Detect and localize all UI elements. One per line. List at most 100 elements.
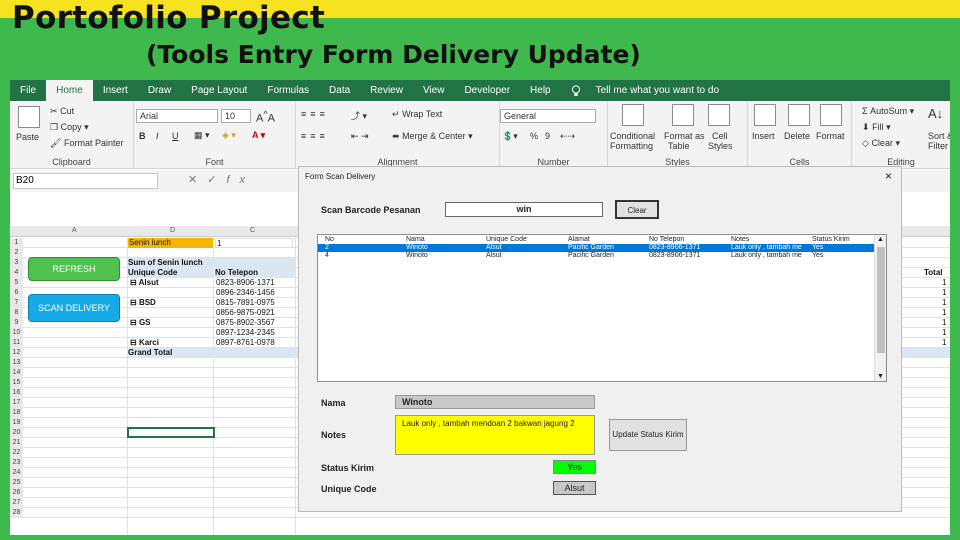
filter-label[interactable]: Filter <box>928 141 948 151</box>
scan-barcode-input[interactable]: win <box>445 202 603 217</box>
paste-button[interactable]: Paste <box>16 132 39 142</box>
row-number[interactable]: 16 <box>10 388 23 398</box>
phone-cell[interactable]: 0815-7891-0975 <box>216 298 275 308</box>
merge-center-button[interactable]: ⬌ Merge & Center ▾ <box>392 131 473 142</box>
row-number[interactable]: 14 <box>10 368 23 378</box>
phone-cell[interactable]: 0856-9875-0921 <box>216 308 275 318</box>
conditional-formatting-icon[interactable] <box>622 104 644 126</box>
insert-cells-icon[interactable] <box>754 104 776 126</box>
row-number[interactable]: 23 <box>10 458 23 468</box>
format-cells-icon[interactable] <box>820 104 842 126</box>
row-number[interactable]: 22 <box>10 448 23 458</box>
row-number[interactable]: 9 <box>10 318 23 328</box>
scroll-up-icon[interactable]: ▲ <box>877 236 884 243</box>
sort-filter-icon[interactable]: A↓ <box>928 106 943 121</box>
formula-icons[interactable]: ✕✓fx <box>188 173 255 186</box>
clear-button[interactable]: Clear <box>615 200 659 219</box>
tab-draw[interactable]: Draw <box>138 80 181 101</box>
filter-value-cell[interactable]: 1 <box>215 238 293 248</box>
total-cell[interactable]: 1 <box>942 338 946 348</box>
filter-label-cell[interactable]: Senin lunch <box>128 238 213 248</box>
list-row[interactable]: 4 Winoto Alsut Pacific Garden 0823-8906-… <box>318 252 876 260</box>
phone-cell[interactable]: 0875-8902-3567 <box>216 318 275 328</box>
grow-font-button[interactable]: A^A <box>256 109 275 125</box>
copy-button[interactable]: ❐ Copy ▾ <box>50 122 89 133</box>
phone-cell[interactable]: 0897-8761-0978 <box>216 338 275 348</box>
orientation-icon[interactable]: ⤴ ▾ <box>351 109 367 122</box>
refresh-button[interactable]: REFRESH <box>28 257 120 281</box>
col-header-a[interactable]: A <box>72 227 77 234</box>
cell-styles-icon[interactable] <box>708 104 730 126</box>
delete-button[interactable]: Delete <box>784 131 810 141</box>
delivery-listbox[interactable]: No Nama Unique Code Alamat No Telepon No… <box>317 234 887 382</box>
horizontal-align-icon[interactable]: ≡≡≡ <box>301 131 329 141</box>
decimal-icon[interactable]: ⇠⇢ <box>560 131 575 142</box>
formatting-label[interactable]: Formatting <box>610 141 653 151</box>
delete-cells-icon[interactable] <box>788 104 810 126</box>
active-cell-selection[interactable] <box>127 427 215 438</box>
italic-button[interactable]: I <box>156 131 159 141</box>
total-cell[interactable]: 1 <box>942 318 946 328</box>
row-number[interactable]: 15 <box>10 378 23 388</box>
col-header-c[interactable]: C <box>250 227 255 234</box>
row-number[interactable]: 4 <box>10 268 23 278</box>
styles-button-label[interactable]: Styles <box>708 141 733 151</box>
tab-file[interactable]: File <box>10 80 46 101</box>
row-number[interactable]: 3 <box>10 258 23 268</box>
row-number[interactable]: 13 <box>10 358 23 368</box>
row-number[interactable]: 17 <box>10 398 23 408</box>
cut-button[interactable]: ✂ Cut <box>50 106 74 117</box>
underline-button[interactable]: U <box>172 131 179 141</box>
row-number[interactable]: 8 <box>10 308 23 318</box>
group-cell[interactable]: ⊟ Karci <box>130 338 159 348</box>
total-cell[interactable]: 1 <box>942 288 946 298</box>
row-number[interactable]: 25 <box>10 478 23 488</box>
group-cell[interactable]: ⊟ GS <box>130 318 151 328</box>
row-number[interactable]: 28 <box>10 508 23 518</box>
table-label[interactable]: Table <box>668 141 690 151</box>
cell-label[interactable]: Cell <box>712 131 728 141</box>
tab-home[interactable]: Home <box>46 80 93 101</box>
list-scrollbar[interactable]: ▲ ▼ <box>874 235 886 381</box>
row-number[interactable]: 18 <box>10 408 23 418</box>
tab-insert[interactable]: Insert <box>93 80 138 101</box>
bold-button[interactable]: B <box>139 131 146 141</box>
format-button[interactable]: Format <box>816 131 845 141</box>
row-number[interactable]: 20 <box>10 428 23 438</box>
phone-header[interactable]: No Telepon <box>215 268 295 278</box>
tell-me-box[interactable]: Tell me what you want to do <box>561 80 739 101</box>
paste-icon[interactable] <box>18 106 40 128</box>
tab-formulas[interactable]: Formulas <box>257 80 319 101</box>
name-box[interactable]: B20 <box>13 173 158 189</box>
total-cell[interactable]: 1 <box>942 308 946 318</box>
total-cell[interactable]: 1 <box>942 328 946 338</box>
row-number[interactable]: 10 <box>10 328 23 338</box>
row-number[interactable]: 6 <box>10 288 23 298</box>
vertical-align-icon[interactable]: ≡≡≡ <box>301 109 329 119</box>
col-header-d[interactable]: D <box>170 227 175 234</box>
row-number[interactable]: 12 <box>10 348 23 358</box>
update-status-button[interactable]: Update Status Kirim <box>609 419 687 451</box>
phone-cell[interactable]: 0896-2346-1456 <box>216 288 275 298</box>
font-color-icon[interactable]: A ▾ <box>252 130 265 141</box>
format-painter-button[interactable]: 🖌 Format Painter <box>50 138 123 149</box>
tab-data[interactable]: Data <box>319 80 360 101</box>
row-number[interactable]: 24 <box>10 468 23 478</box>
tab-help[interactable]: Help <box>520 80 561 101</box>
status-kirim-field[interactable]: Yes <box>553 460 596 474</box>
percent-button[interactable]: % <box>530 131 538 141</box>
scroll-thumb[interactable] <box>877 247 885 353</box>
font-size-select[interactable]: 10 <box>221 109 251 123</box>
list-row-selected[interactable]: 2 Winoto Alsut Pacific Garden 0823-8906-… <box>318 244 876 252</box>
number-format-select[interactable]: General <box>500 109 596 123</box>
insert-button[interactable]: Insert <box>752 131 775 141</box>
notes-field[interactable]: Lauk only , tambah mendoan 2 bakwan jagu… <box>395 415 595 455</box>
row-number[interactable]: 19 <box>10 418 23 428</box>
conditional-label[interactable]: Conditional <box>610 131 655 141</box>
fill-button[interactable]: ⬇ Fill ▾ <box>862 122 891 133</box>
row-number[interactable]: 11 <box>10 338 23 348</box>
group-cell[interactable]: ⊟ BSD <box>130 298 156 308</box>
unique-code-field[interactable]: Alsut <box>553 481 596 495</box>
wrap-text-button[interactable]: ↵ Wrap Text <box>392 109 442 120</box>
unique-code-header[interactable]: Unique Code <box>128 268 213 278</box>
